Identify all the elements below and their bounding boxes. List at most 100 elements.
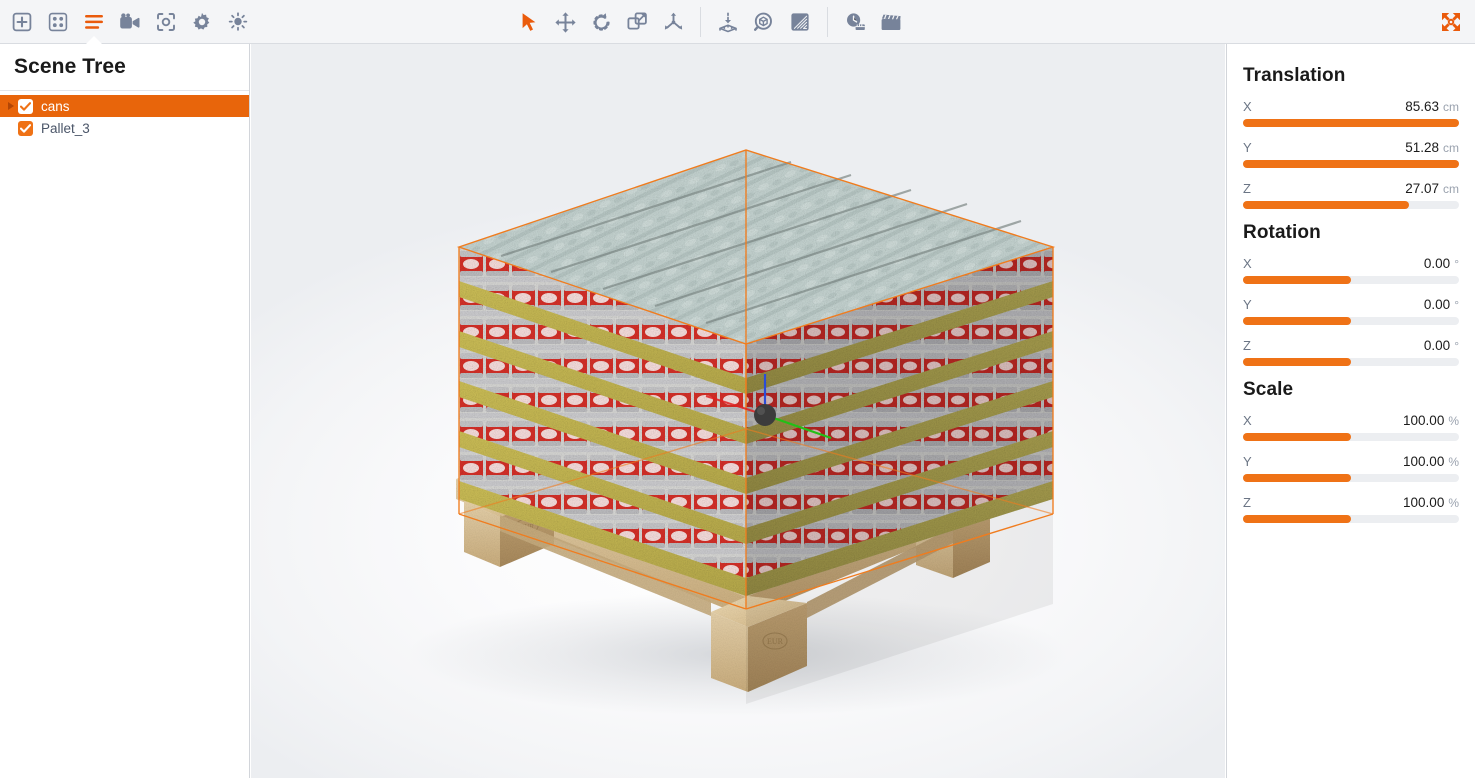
property-value[interactable]: 100.00 <box>1403 413 1444 428</box>
drop-to-pallet-icon <box>717 11 739 33</box>
property-value[interactable]: 51.28 <box>1405 140 1439 155</box>
clapperboard-icon <box>880 12 902 32</box>
scale-y-row: Y 100.00% <box>1243 454 1459 482</box>
explode-tool-button[interactable] <box>655 0 691 44</box>
property-label-line: Z 27.07 cm <box>1243 181 1459 196</box>
expand-arrows-icon <box>1440 11 1462 33</box>
scene-tree-button[interactable] <box>76 0 112 45</box>
property-value[interactable]: 85.63 <box>1405 99 1439 114</box>
translation-x-row: X 85.63 cm <box>1243 99 1459 127</box>
axis-label: X <box>1243 99 1252 114</box>
scale-x-slider[interactable] <box>1243 433 1459 441</box>
property-value[interactable]: 100.00 <box>1403 454 1444 469</box>
grid-dots-icon <box>48 12 68 32</box>
box-magnifier-icon <box>753 12 775 33</box>
property-label-line: X 100.00% <box>1243 413 1459 428</box>
property-value[interactable]: 0.00 <box>1424 256 1450 271</box>
add-object-button[interactable] <box>4 0 40 44</box>
property-unit: % <box>1448 455 1459 469</box>
visibility-checkbox[interactable] <box>18 120 33 136</box>
pallet-scene-render: EUR EUR <box>408 149 1068 716</box>
camera-button[interactable] <box>112 0 148 44</box>
plus-box-icon <box>12 12 32 32</box>
value-group: 100.00% <box>1403 495 1459 510</box>
property-unit: % <box>1448 414 1459 428</box>
property-value[interactable]: 0.00 <box>1424 297 1450 312</box>
property-value[interactable]: 100.00 <box>1403 495 1444 510</box>
translation-x-slider[interactable] <box>1243 119 1459 127</box>
rotation-x-slider[interactable] <box>1243 276 1459 284</box>
lighting-button[interactable] <box>220 0 256 44</box>
axis-label: Y <box>1243 297 1252 312</box>
gizmo-center-handle[interactable] <box>754 404 776 426</box>
section-title-translation: Translation <box>1243 65 1346 86</box>
toolbar-divider <box>827 7 828 37</box>
property-unit: % <box>1448 496 1459 510</box>
translation-y-row: Y 51.28 cm <box>1243 140 1459 168</box>
section-title-scale: Scale <box>1243 379 1294 400</box>
rotation-x-row: X 0.00 ° <box>1243 256 1459 284</box>
value-group: 51.28 cm <box>1405 140 1459 155</box>
property-label-line: Z 100.00% <box>1243 495 1459 510</box>
scene-tree-list: cans Pallet_3 <box>0 91 249 139</box>
value-group: 85.63 cm <box>1405 99 1459 114</box>
section-title-rotation: Rotation <box>1243 222 1321 243</box>
scene-tree-item-label: cans <box>41 98 70 114</box>
translation-y-slider[interactable] <box>1243 160 1459 168</box>
translation-z-row: Z 27.07 cm <box>1243 181 1459 209</box>
app-root: Scene Tree cans Pallet_3 EUR Translation… <box>0 0 1475 778</box>
scale-x-row: X 100.00% <box>1243 413 1459 441</box>
axis-label: Y <box>1243 454 1252 469</box>
timeline-button[interactable] <box>837 0 873 44</box>
property-unit: cm <box>1443 182 1459 196</box>
scale-z-row: Z 100.00% <box>1243 495 1459 523</box>
scene-tree-item-cans[interactable]: cans <box>0 95 249 117</box>
scene-tree-header: Scene Tree <box>0 44 249 91</box>
rotation-y-row: Y 0.00 ° <box>1243 297 1459 325</box>
visibility-checkbox[interactable] <box>18 98 33 114</box>
drop-to-pallet-button[interactable] <box>710 0 746 44</box>
rotation-z-slider[interactable] <box>1243 358 1459 366</box>
scale-tool-button[interactable] <box>619 0 655 44</box>
value-group: 100.00% <box>1403 454 1459 469</box>
expand-triangle-icon[interactable] <box>4 102 18 110</box>
property-label-line: Y 0.00 ° <box>1243 297 1459 312</box>
move-tool-button[interactable] <box>547 0 583 44</box>
property-value[interactable]: 0.00 <box>1424 338 1450 353</box>
axis-label: X <box>1243 256 1252 271</box>
select-tool-button[interactable] <box>511 0 547 44</box>
rotation-y-slider[interactable] <box>1243 317 1459 325</box>
value-group: 27.07 cm <box>1405 181 1459 196</box>
slider-fill <box>1243 119 1459 127</box>
scale-z-slider[interactable] <box>1243 515 1459 523</box>
property-label-line: Y 51.28 cm <box>1243 140 1459 155</box>
translation-z-slider[interactable] <box>1243 201 1459 209</box>
slider-fill <box>1243 317 1351 325</box>
inspect-box-button[interactable] <box>746 0 782 44</box>
3d-viewport[interactable]: EUR EUR <box>251 44 1225 778</box>
page-title: Scene Tree <box>14 55 126 78</box>
transform-properties-panel: Translation X 85.63 cm Y 51.28 cm Z 27.07 cm Rotat… <box>1226 44 1475 778</box>
viewfinder-icon <box>156 12 176 32</box>
clock-clapper-icon <box>845 12 866 32</box>
rotate-tool-button[interactable] <box>583 0 619 44</box>
pattern-layout-button[interactable] <box>40 0 76 44</box>
value-group: 0.00 ° <box>1424 338 1459 353</box>
snapshot-button[interactable] <box>148 0 184 44</box>
scene-tree-item-pallet_3[interactable]: Pallet_3 <box>0 117 249 139</box>
property-unit: cm <box>1443 141 1459 155</box>
fit-to-view-button[interactable] <box>1433 0 1469 44</box>
value-group: 100.00% <box>1403 413 1459 428</box>
settings-button[interactable] <box>184 0 220 44</box>
value-group: 0.00 ° <box>1424 297 1459 312</box>
scale-y-slider[interactable] <box>1243 474 1459 482</box>
light-bulb-icon <box>228 12 248 32</box>
render-quality-button[interactable] <box>782 0 818 44</box>
rotation-z-row: Z 0.00 ° <box>1243 338 1459 366</box>
animation-button[interactable] <box>873 0 909 44</box>
property-value[interactable]: 27.07 <box>1405 181 1439 196</box>
property-unit: ° <box>1454 257 1459 271</box>
property-label-line: X 85.63 cm <box>1243 99 1459 114</box>
rotate-arrow-icon <box>591 12 612 33</box>
video-camera-icon <box>119 13 141 31</box>
